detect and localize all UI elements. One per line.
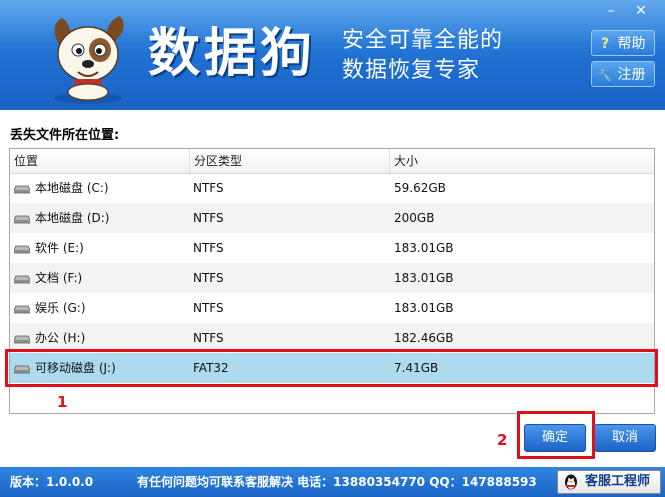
cell-type: FAT32 — [193, 361, 229, 375]
cell-location: 娱乐 (G:) — [35, 301, 86, 315]
version-text: 版本：1.0.0.0 — [10, 475, 94, 489]
cell-type: NTFS — [193, 181, 224, 195]
footer-bar: 版本：1.0.0.0 有任何问题均可联系客服解决 电话：13880354770 … — [0, 467, 665, 497]
table-row[interactable]: 文档 (F:) NTFS 183.01GB — [10, 263, 654, 293]
app-window: 数据狗 安全可靠全能的 数据恢复专家 – ✕ ? 帮助 🔧 注册 丢失文件所在位… — [0, 0, 665, 497]
column-header-location[interactable]: 位置 — [10, 149, 190, 173]
disk-drive-icon — [14, 245, 30, 254]
cancel-button[interactable]: 取消 — [594, 424, 656, 452]
table-row[interactable]: 软件 (E:) NTFS 183.01GB — [10, 233, 654, 263]
cell-size: 183.01GB — [394, 241, 454, 255]
disk-drive-icon — [14, 365, 30, 374]
help-label: 帮助 — [617, 36, 646, 52]
cell-size: 200GB — [394, 211, 435, 225]
cell-size: 182.46GB — [394, 331, 454, 345]
cell-location: 软件 (E:) — [35, 241, 84, 255]
column-header-type[interactable]: 分区类型 — [190, 149, 390, 173]
disk-drive-icon — [14, 335, 30, 344]
register-label: 注册 — [617, 67, 646, 83]
slogan: 安全可靠全能的 数据恢复专家 — [342, 26, 503, 86]
cell-size: 59.62GB — [394, 181, 446, 195]
wrench-icon: 🔧 — [598, 69, 612, 82]
ok-button[interactable]: 确定 — [524, 424, 586, 452]
contact-text: 有任何问题均可联系客服解决 电话：13880354770 QQ：14788859… — [137, 475, 537, 489]
customer-service-button[interactable]: 客服工程师 — [557, 470, 661, 494]
cell-location: 文档 (F:) — [35, 271, 83, 285]
disk-drive-icon — [14, 185, 30, 194]
cell-size: 183.01GB — [394, 301, 454, 315]
table-header: 位置 分区类型 大小 — [10, 149, 654, 174]
annotation-marker-2: 2 — [497, 431, 508, 449]
table-row[interactable]: 娱乐 (G:) NTFS 183.01GB — [10, 293, 654, 323]
disk-drive-icon — [14, 305, 30, 314]
help-icon: ? — [600, 36, 610, 52]
table-row[interactable]: 可移动磁盘 (J:) FAT32 7.41GB — [10, 353, 654, 383]
customer-service-label: 客服工程师 — [585, 474, 651, 489]
minimize-button[interactable]: – — [600, 2, 622, 20]
table-row[interactable]: 本地磁盘 (D:) NTFS 200GB — [10, 203, 654, 233]
cell-location: 本地磁盘 (C:) — [35, 181, 109, 195]
column-header-size[interactable]: 大小 — [390, 149, 654, 173]
annotation-marker-1: 1 — [57, 393, 68, 411]
cell-type: NTFS — [193, 241, 224, 255]
cell-size: 7.41GB — [394, 361, 439, 375]
header-banner: 数据狗 安全可靠全能的 数据恢复专家 – ✕ ? 帮助 🔧 注册 — [0, 0, 665, 110]
cell-type: NTFS — [193, 211, 224, 225]
cell-location: 可移动磁盘 (J:) — [35, 361, 116, 375]
app-title: 数据狗 — [148, 23, 317, 84]
register-button[interactable]: 🔧 注册 — [591, 61, 655, 87]
slogan-line-2: 数据恢复专家 — [342, 58, 481, 83]
table-row[interactable]: 本地磁盘 (C:) NTFS 59.62GB — [10, 173, 654, 203]
slogan-line-1: 安全可靠全能的 — [342, 28, 504, 53]
cell-type: NTFS — [193, 301, 224, 315]
cell-type: NTFS — [193, 271, 224, 285]
qq-penguin-icon — [565, 474, 577, 490]
cell-location: 本地磁盘 (D:) — [35, 211, 110, 225]
cell-location: 办公 (H:) — [35, 331, 86, 345]
partition-table: 位置 分区类型 大小 本地磁盘 (C:) NTFS 59.62GB 本地磁盘 (D:)… — [9, 148, 655, 414]
disk-drive-icon — [14, 275, 30, 284]
close-button[interactable]: ✕ — [630, 2, 652, 20]
cell-size: 183.01GB — [394, 271, 454, 285]
dog-mascot-logo — [54, 16, 124, 104]
table-row[interactable]: 办公 (H:) NTFS 182.46GB — [10, 323, 654, 353]
help-button[interactable]: ? 帮助 — [591, 30, 655, 56]
disk-drive-icon — [14, 215, 30, 224]
section-label: 丢失文件所在位置: — [10, 128, 120, 143]
cell-type: NTFS — [193, 331, 224, 345]
